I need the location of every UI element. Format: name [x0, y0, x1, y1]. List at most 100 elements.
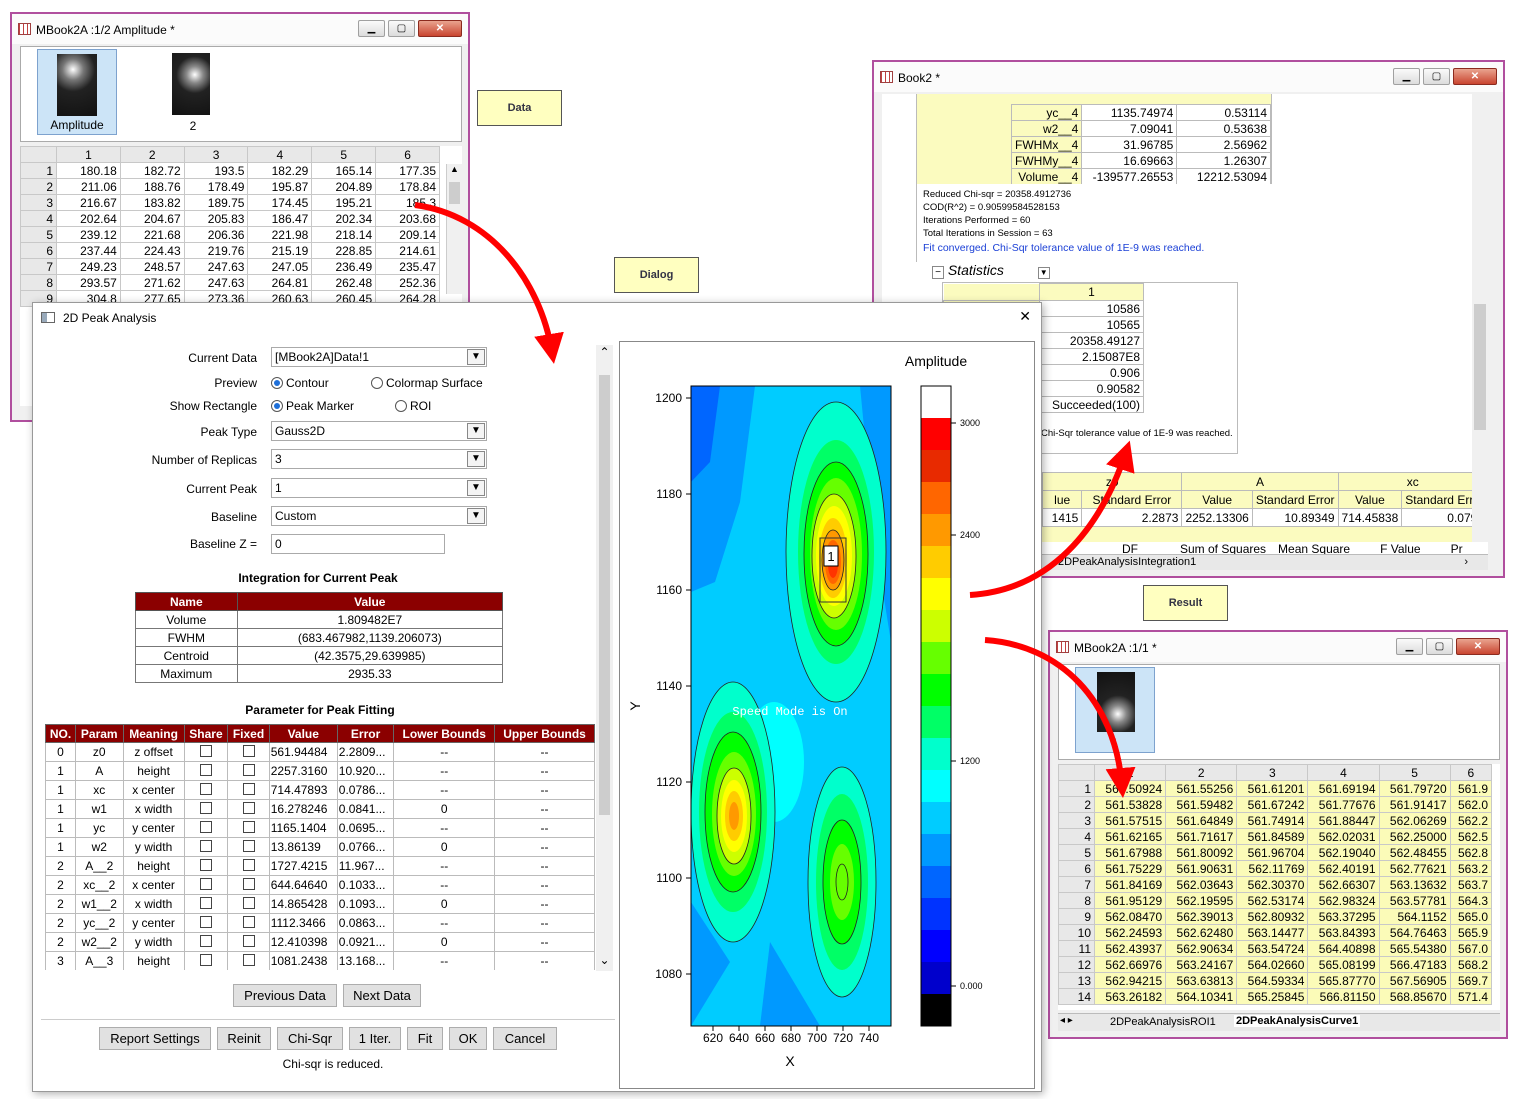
cell[interactable]: 562.0: [1449, 796, 1493, 813]
row-header[interactable]: 3: [1058, 812, 1095, 829]
cell[interactable]: 561.95129: [1093, 892, 1167, 909]
cell[interactable]: 0.0921...: [336, 932, 395, 952]
cell[interactable]: 561.9: [1449, 780, 1493, 797]
cell[interactable]: 2: [45, 894, 76, 914]
cell[interactable]: 248.57: [119, 258, 185, 275]
corner-cell[interactable]: [20, 146, 57, 163]
cell[interactable]: --: [494, 818, 595, 838]
share-checkbox[interactable]: [199, 782, 212, 795]
cell[interactable]: 165.14: [311, 162, 377, 179]
fixed-checkbox[interactable]: [242, 896, 255, 909]
chi-sqr-button[interactable]: Chi-Sqr: [277, 1027, 343, 1050]
cell[interactable]: x width: [122, 894, 185, 914]
cell[interactable]: 1081.2438: [268, 951, 338, 970]
cell[interactable]: --: [494, 951, 595, 970]
cell[interactable]: 561.84589: [1236, 828, 1309, 845]
row-header[interactable]: 9: [1058, 908, 1095, 925]
cell[interactable]: 563.13632: [1378, 876, 1451, 893]
row-header[interactable]: 4: [1058, 828, 1095, 845]
cell[interactable]: 180.18: [56, 162, 121, 179]
cell[interactable]: 561.59482: [1165, 796, 1238, 813]
cell[interactable]: 564.10341: [1165, 988, 1238, 1005]
cell[interactable]: 0.0766...: [336, 837, 395, 857]
fit-button[interactable]: Fit: [407, 1027, 443, 1050]
fixed-checkbox[interactable]: [242, 744, 255, 757]
fixed-checkbox[interactable]: [242, 801, 255, 814]
cell[interactable]: 0.1093...: [336, 894, 395, 914]
maximize-button[interactable]: ▢: [1423, 68, 1450, 85]
cell[interactable]: 178.84: [375, 178, 440, 195]
cell[interactable]: xc__2: [75, 875, 124, 895]
cell[interactable]: 562.77621: [1378, 860, 1451, 877]
cell[interactable]: 249.23: [56, 258, 121, 275]
cell[interactable]: 224.43: [119, 242, 185, 259]
row-header[interactable]: 12: [1058, 956, 1095, 973]
cell[interactable]: 2: [45, 913, 76, 933]
share-checkbox[interactable]: [199, 877, 212, 890]
cell[interactable]: 566.47183: [1378, 956, 1451, 973]
cell[interactable]: 0: [393, 932, 496, 952]
row-header[interactable]: 7: [20, 258, 57, 275]
column-header[interactable]: 3: [1236, 764, 1309, 781]
baseline-select[interactable]: Custom ▼: [271, 506, 487, 526]
cell[interactable]: 561.94484: [268, 742, 338, 762]
column-header[interactable]: 2: [119, 146, 185, 163]
cell[interactable]: 562.06269: [1378, 812, 1451, 829]
corner-cell[interactable]: [1058, 764, 1095, 781]
cell[interactable]: z offset: [122, 742, 185, 762]
cell[interactable]: 13.86139: [268, 837, 338, 857]
preview-contour-radio[interactable]: Contour: [271, 376, 329, 390]
fixed-checkbox[interactable]: [242, 782, 255, 795]
cell[interactable]: 1112.3466: [268, 913, 338, 933]
thumbnail-2[interactable]: 2: [161, 49, 225, 135]
maximize-button[interactable]: ▢: [1426, 638, 1453, 655]
cell[interactable]: 186.47: [247, 210, 313, 227]
scroll-right-icon[interactable]: ›: [1464, 556, 1468, 568]
cell[interactable]: --: [494, 875, 595, 895]
statistics-header[interactable]: − Statistics ▼: [932, 262, 1050, 279]
cell[interactable]: 562.53174: [1236, 892, 1309, 909]
cell[interactable]: 562.03643: [1165, 876, 1238, 893]
title-bar[interactable]: MBook2A :1/2 Amplitude * ▁ ▢ ✕: [12, 14, 468, 44]
cell[interactable]: 561.91417: [1378, 796, 1451, 813]
sheet-tab-curve[interactable]: 2DPeakAnalysisCurve1: [1234, 1015, 1361, 1027]
cell[interactable]: y center: [122, 818, 185, 838]
cell[interactable]: 561.67988: [1093, 844, 1167, 861]
cell[interactable]: 2: [45, 932, 76, 952]
cell[interactable]: 236.49: [311, 258, 377, 275]
cell[interactable]: --: [494, 894, 595, 914]
row-header[interactable]: 3: [20, 194, 57, 211]
cell[interactable]: --: [393, 780, 496, 800]
cell[interactable]: 271.62: [119, 274, 185, 291]
fixed-checkbox[interactable]: [242, 839, 255, 852]
cell[interactable]: 235.47: [375, 258, 440, 275]
column-header[interactable]: 3: [183, 146, 249, 163]
scrollbar-vertical[interactable]: ▲: [446, 164, 462, 294]
cell[interactable]: 0.1033...: [336, 875, 395, 895]
cell[interactable]: 561.50924: [1093, 780, 1167, 797]
current-data-select[interactable]: [MBook2A]Data!1 ▼: [271, 347, 487, 367]
cell[interactable]: 562.19595: [1165, 892, 1238, 909]
cell[interactable]: A: [75, 761, 124, 781]
cell[interactable]: 562.25000: [1378, 828, 1451, 845]
cell[interactable]: w1: [75, 799, 124, 819]
cell[interactable]: 563.54724: [1236, 940, 1309, 957]
cell[interactable]: 1165.1404: [268, 818, 338, 838]
cell[interactable]: 221.68: [119, 226, 185, 243]
cell[interactable]: 561.55256: [1165, 780, 1238, 797]
cell[interactable]: 563.37295: [1307, 908, 1380, 925]
row-header[interactable]: 4: [20, 210, 57, 227]
cell[interactable]: 13.168...: [336, 951, 395, 970]
cell[interactable]: 11.967...: [336, 856, 395, 876]
cell[interactable]: 14.865428: [268, 894, 338, 914]
title-bar[interactable]: Book2 * ▁ ▢ ✕: [874, 62, 1503, 92]
cell[interactable]: 182.72: [119, 162, 185, 179]
cell[interactable]: height: [122, 951, 185, 970]
cell[interactable]: yc: [75, 818, 124, 838]
column-header[interactable]: 1: [56, 146, 121, 163]
cell[interactable]: 564.40898: [1307, 940, 1380, 957]
close-button[interactable]: ✕: [1456, 638, 1500, 655]
cell[interactable]: A__3: [75, 951, 124, 970]
row-header[interactable]: 13: [1058, 972, 1095, 989]
minimize-button[interactable]: ▁: [1393, 68, 1420, 85]
